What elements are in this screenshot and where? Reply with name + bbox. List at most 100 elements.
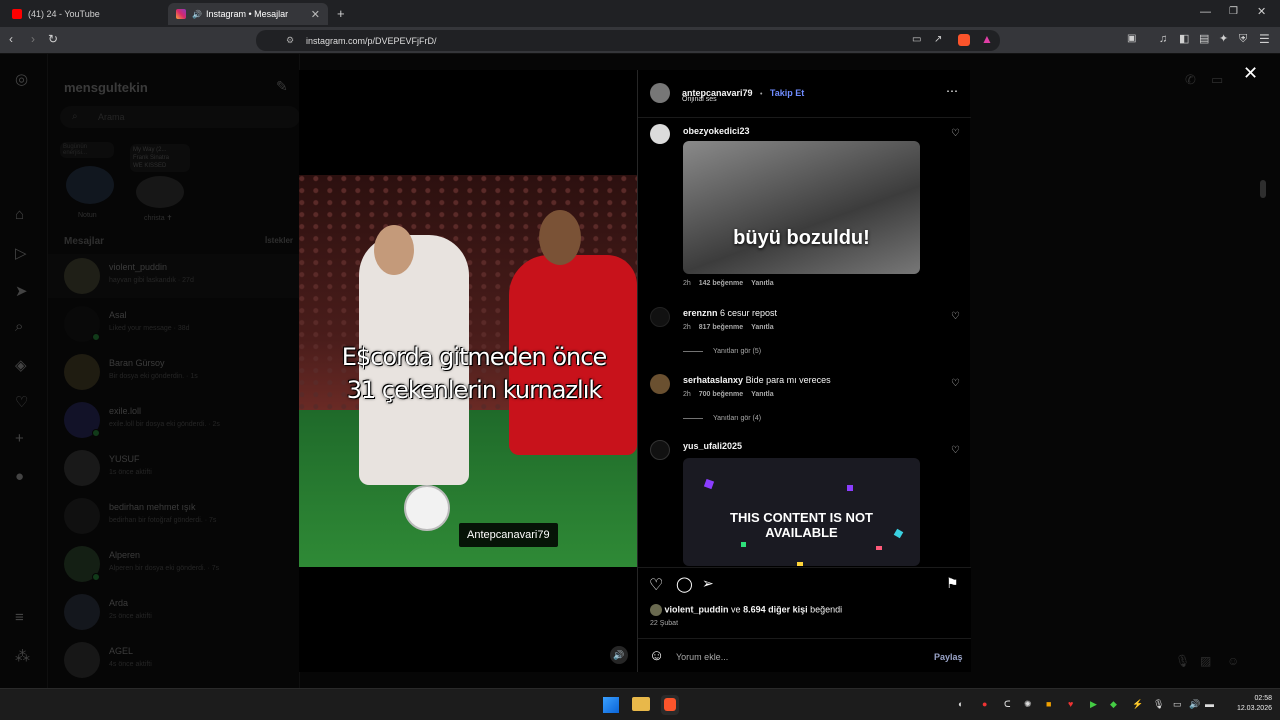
forward-icon[interactable]: › xyxy=(31,33,35,45)
clock[interactable]: 02:58 12.03.2026 xyxy=(1228,694,1272,714)
restore-button[interactable]: ❐ xyxy=(1229,7,1238,17)
share-icon[interactable]: ↗ xyxy=(934,35,942,45)
comment-like-icon[interactable]: ♡ xyxy=(951,311,960,322)
reply-button[interactable]: Yanıtla xyxy=(751,324,774,331)
tray-app-icon[interactable]: ■ xyxy=(1046,699,1051,709)
video-watermark: Antepcanavari79 xyxy=(459,523,558,547)
comment-text: 6 cesur repost xyxy=(720,308,778,318)
start-icon[interactable] xyxy=(603,697,619,713)
liked-by-suffix: beğendi xyxy=(810,604,843,615)
comment-input[interactable]: Yorum ekle... xyxy=(676,652,728,662)
menu-icon[interactable]: ☰ xyxy=(1259,33,1270,45)
like-icon[interactable]: ♡ xyxy=(649,575,663,595)
brave-rewards-icon[interactable]: ▲ xyxy=(981,33,993,45)
tray-app-icon[interactable]: ▶ xyxy=(1090,699,1097,710)
comment-icon[interactable]: ◯ xyxy=(676,575,693,593)
tray-app-icon[interactable]: ᑕ xyxy=(1004,699,1011,710)
player-head xyxy=(374,225,414,275)
comment-body: serhataslanxy Bide para mı vereces xyxy=(683,375,831,385)
new-tab-button[interactable]: + xyxy=(337,7,345,20)
tray-app-icon[interactable]: ✺ xyxy=(1024,699,1032,710)
tray-app-icon[interactable]: ♥ xyxy=(1068,699,1073,709)
reply-button[interactable]: Yanıtla xyxy=(751,391,774,398)
video-frame[interactable]: E$corda gitmeden önce 31 çekenlerin kurn… xyxy=(299,175,637,567)
commenter-avatar[interactable] xyxy=(650,307,670,327)
comment-gif[interactable]: THIS CONTENT IS NOT AVAILABLE xyxy=(683,458,920,566)
microphone-icon[interactable]: 🎙 xyxy=(1153,699,1164,710)
url-bar[interactable]: ⚙ instagram.com/p/DVEPEVFjFrD/ xyxy=(256,30,1000,51)
confetti xyxy=(741,542,746,547)
reload-icon[interactable]: ↻ xyxy=(48,33,58,45)
network-icon[interactable]: ▭ xyxy=(1173,699,1182,710)
comment-likes[interactable]: 817 beğenme xyxy=(699,324,743,331)
tab-title: (41) 24 - YouTube xyxy=(28,9,100,19)
audio-label[interactable]: Orijinal ses xyxy=(682,96,717,103)
vpn-icon[interactable]: ⛨ xyxy=(1239,34,1247,45)
clock-date: 12.03.2026 xyxy=(1236,705,1272,712)
save-icon[interactable]: ⚑ xyxy=(946,575,959,592)
share-post-icon[interactable]: ➢ xyxy=(702,575,714,592)
comment-username[interactable]: yus_ufali2025 xyxy=(683,441,742,451)
player-head xyxy=(539,210,581,265)
tray-app-icon[interactable]: ⚡ xyxy=(1132,699,1143,710)
comment-likes[interactable]: 142 beğenme xyxy=(699,280,743,287)
battery-icon[interactable]: ▬ xyxy=(1205,699,1214,709)
file-explorer-icon[interactable] xyxy=(632,697,650,711)
close-window-button[interactable]: ✕ xyxy=(1257,7,1266,18)
share-comment-button[interactable]: Paylaş xyxy=(934,652,963,662)
post-media[interactable]: E$corda gitmeden önce 31 çekenlerin kurn… xyxy=(299,70,637,672)
liked-by: violent_puddin ve 8.694 diğer kişi beğen… xyxy=(650,604,842,616)
tab-bar: (41) 24 - YouTube 🔊 Instagram • Mesajlar… xyxy=(0,0,1280,27)
mute-icon[interactable]: 🔊 xyxy=(610,646,628,664)
gif-text: THIS CONTENT IS NOT AVAILABLE xyxy=(730,510,873,540)
comment-like-icon[interactable]: ♡ xyxy=(951,378,960,389)
follow-button[interactable]: Takip Et xyxy=(770,88,804,98)
comment-username[interactable]: obezyokedici23 xyxy=(683,126,750,136)
site-info-icon[interactable]: ⚙ xyxy=(286,35,294,46)
brave-shield-icon[interactable] xyxy=(958,34,970,46)
comment-meta: 2h 700 beğenme Yanıtla xyxy=(683,391,774,398)
comment-likes[interactable]: 700 beğenme xyxy=(699,391,743,398)
liked-by-user[interactable]: violent_puddin xyxy=(665,604,729,614)
close-modal-icon[interactable]: ✕ xyxy=(1243,63,1258,84)
tray-app-icon[interactable]: ◆ xyxy=(1110,699,1117,710)
author-avatar[interactable] xyxy=(650,83,670,103)
comment-username[interactable]: serhataslanxy xyxy=(683,375,743,385)
commenter-avatar[interactable] xyxy=(650,374,670,394)
comment-username[interactable]: erenznn xyxy=(683,308,718,318)
commenter-avatar[interactable] xyxy=(650,440,670,460)
minimize-button[interactable]: — xyxy=(1200,7,1211,18)
confetti xyxy=(893,528,904,539)
tab-instagram[interactable]: 🔊 Instagram • Mesajlar ✕ xyxy=(168,3,328,25)
comment-text: Bide para mı vereces xyxy=(745,375,831,385)
confetti xyxy=(703,478,715,490)
post-header: antepcanavari79 • Takip Et Orijinal ses … xyxy=(638,70,971,118)
comment-like-icon[interactable]: ♡ xyxy=(951,445,960,456)
back-icon[interactable]: ‹ xyxy=(9,33,13,45)
volume-icon[interactable]: 🔊 xyxy=(1189,699,1200,710)
tray-app-icon[interactable]: ◐ xyxy=(958,699,963,709)
post-actions: ♡ ◯ ➢ ⚑ violent_puddin ve 8.694 diğer ki… xyxy=(638,567,971,672)
comment-like-icon[interactable]: ♡ xyxy=(951,128,960,139)
confetti xyxy=(847,485,853,491)
media-icon[interactable]: ♫ xyxy=(1159,34,1167,45)
sidebar-toggle-icon[interactable]: ◧ xyxy=(1179,34,1189,45)
more-options-icon[interactable]: ⋯ xyxy=(946,84,958,98)
view-replies-button[interactable]: Yanıtları gör (5) xyxy=(683,348,761,355)
close-tab-icon[interactable]: ✕ xyxy=(311,8,320,21)
toolbar: ‹ › ↻ 🔖 ⚙ instagram.com/p/DVEPEVFjFrD/ ▭… xyxy=(0,27,1280,54)
comment-gif[interactable]: büyü bozuldu! xyxy=(683,141,920,274)
screenshot-icon[interactable]: ▣ xyxy=(1127,34,1136,44)
leo-ai-icon[interactable]: ✦ xyxy=(1219,34,1228,45)
liked-by-count[interactable]: 8.694 diğer kişi xyxy=(743,604,808,614)
view-replies-button[interactable]: Yanıtları gör (4) xyxy=(683,415,761,422)
cast-icon[interactable]: ▭ xyxy=(912,35,921,45)
tab-youtube[interactable]: (41) 24 - YouTube xyxy=(4,3,164,25)
wallet-icon[interactable]: ▤ xyxy=(1199,34,1209,45)
reply-button[interactable]: Yanıtla xyxy=(751,280,774,287)
brave-taskbar-item[interactable] xyxy=(661,695,679,715)
tray-app-icon[interactable]: ● xyxy=(982,699,987,709)
emoji-icon[interactable]: ☺ xyxy=(649,647,664,664)
commenter-avatar[interactable] xyxy=(650,124,670,144)
comment-time: 2h xyxy=(683,324,691,331)
